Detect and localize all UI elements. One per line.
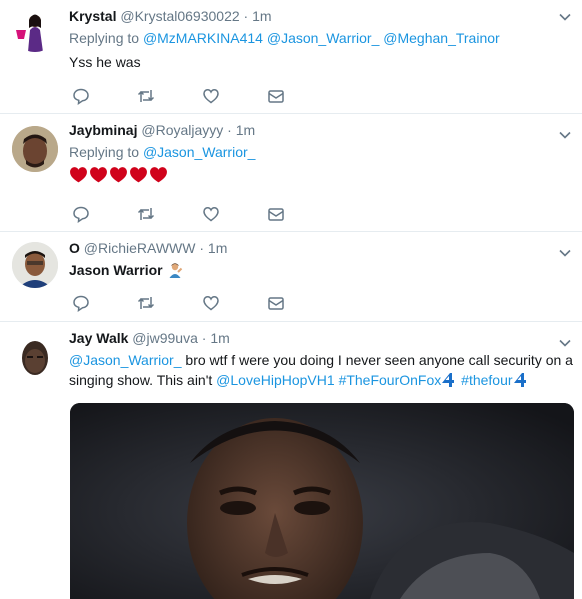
replying-label: Replying to xyxy=(69,144,140,160)
reply-icon[interactable] xyxy=(72,87,137,105)
fox-four-hashflag-icon xyxy=(441,372,457,393)
display-name[interactable]: O xyxy=(69,240,80,256)
heart-icon[interactable] xyxy=(202,294,267,312)
tweet-richierawww[interactable]: O @RichieRAWWW · 1m Jason Warrior xyxy=(0,232,582,322)
envelope-icon[interactable] xyxy=(267,87,332,105)
replying-to: Replying to @MzMARKINA414 @Jason_Warrior… xyxy=(69,28,574,48)
retweet-icon[interactable] xyxy=(137,205,202,223)
display-name[interactable]: Jay Walk xyxy=(69,330,128,346)
avatar[interactable] xyxy=(12,334,58,380)
reply-icon[interactable] xyxy=(72,205,137,223)
replying-label: Replying to xyxy=(69,30,140,46)
red-heart-emoji xyxy=(130,167,147,183)
red-heart-emoji xyxy=(90,167,107,183)
timestamp[interactable]: 1m xyxy=(252,8,271,24)
separator-dot: · xyxy=(243,8,249,24)
separator-dot: · xyxy=(201,330,207,346)
mention-link[interactable]: @MzMARKINA414 xyxy=(143,30,263,46)
red-heart-emoji xyxy=(150,167,167,183)
avatar[interactable] xyxy=(12,242,58,288)
replying-to: Replying to @Jason_Warrior_ xyxy=(69,142,574,162)
tweet-text: Yss he was xyxy=(69,54,141,70)
chevron-down-icon[interactable] xyxy=(558,128,572,142)
user-handle[interactable]: @RichieRAWWW xyxy=(84,240,196,256)
user-handle[interactable]: @Krystal06930022 xyxy=(120,8,239,24)
timestamp[interactable]: 1m xyxy=(208,240,227,256)
reply-icon[interactable] xyxy=(72,294,137,312)
mention-link[interactable]: @Jason_Warrior_ xyxy=(267,30,380,46)
red-heart-emoji xyxy=(70,167,87,183)
envelope-icon[interactable] xyxy=(267,294,332,312)
user-handle[interactable]: @Royaljayyy xyxy=(141,122,223,138)
hashtag-link[interactable]: #TheFourOnFox xyxy=(339,372,442,388)
tweet-text-content: Jason Warrior xyxy=(69,262,163,278)
fox-four-hashflag-icon xyxy=(513,372,529,393)
mention-link[interactable]: @Meghan_Trainor xyxy=(383,30,499,46)
person-gesturing-emoji xyxy=(167,262,183,283)
mention-link[interactable]: @LoveHipHopVH1 xyxy=(216,372,335,388)
mention-link[interactable]: @Jason_Warrior_ xyxy=(69,352,182,368)
tweet-jaybminaj[interactable]: Jaybminaj @Royaljayyy · 1m Replying to @… xyxy=(0,114,582,232)
tweet-text: Jason Warrior xyxy=(69,260,574,283)
timestamp[interactable]: 1m xyxy=(236,122,255,138)
tweet-krystal[interactable]: Krystal @Krystal06930022 · 1m Replying t… xyxy=(0,0,582,114)
retweet-icon[interactable] xyxy=(137,294,202,312)
separator-dot: · xyxy=(227,122,232,138)
tweet-text-hearts xyxy=(69,166,574,183)
hashtag-link[interactable]: #thefour xyxy=(461,372,512,388)
avatar[interactable] xyxy=(12,126,58,172)
mention-link[interactable]: @Jason_Warrior_ xyxy=(143,144,256,160)
heart-icon[interactable] xyxy=(202,87,267,105)
tweet-media-image[interactable] xyxy=(70,403,574,599)
heart-icon[interactable] xyxy=(202,205,267,223)
red-heart-emoji xyxy=(110,167,127,183)
chevron-down-icon[interactable] xyxy=(558,246,572,260)
avatar[interactable] xyxy=(12,6,58,52)
retweet-icon[interactable] xyxy=(137,87,202,105)
user-handle[interactable]: @jw99uva xyxy=(132,330,198,346)
separator-dot: · xyxy=(199,240,205,256)
display-name[interactable]: Krystal xyxy=(69,8,116,24)
chevron-down-icon[interactable] xyxy=(558,10,572,24)
timestamp[interactable]: 1m xyxy=(210,330,229,346)
display-name[interactable]: Jaybminaj xyxy=(69,122,137,138)
tweet-text: @Jason_Warrior_ bro wtf f were you doing… xyxy=(69,350,574,393)
envelope-icon[interactable] xyxy=(267,205,332,223)
chevron-down-icon[interactable] xyxy=(558,336,572,350)
